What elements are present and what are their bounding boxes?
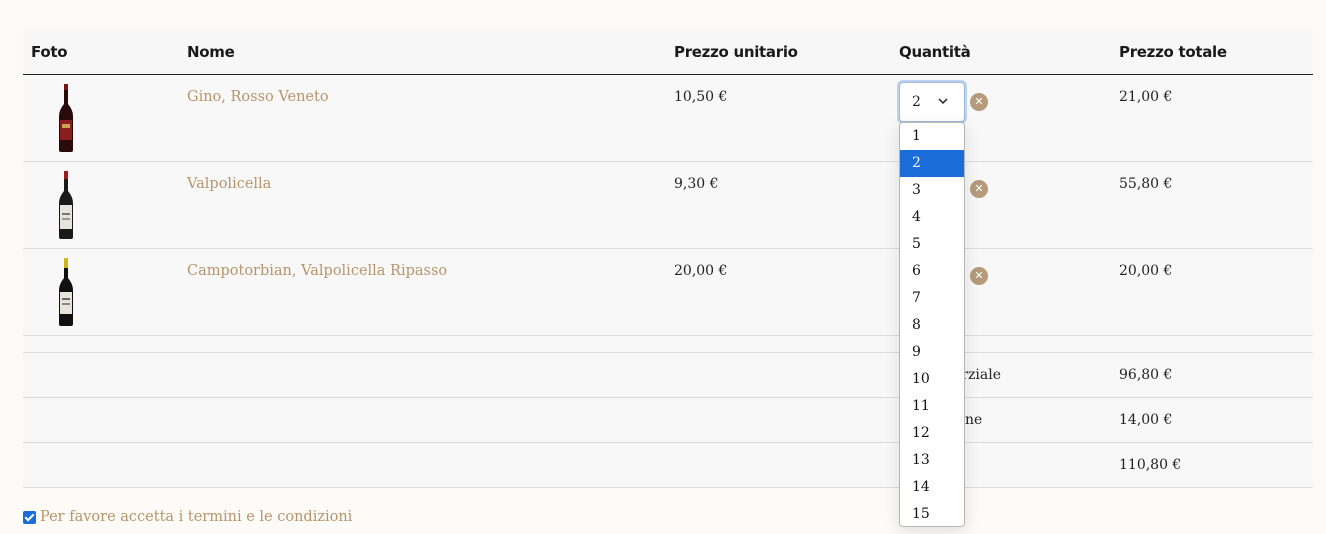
summary-value: 96,80 € xyxy=(1119,367,1173,383)
remove-item-icon[interactable]: ✕ xyxy=(970,93,988,111)
summary-row-subtotal: arziale 96,80 € xyxy=(23,353,1313,398)
item-name-link[interactable]: Gino, Rosso Veneto xyxy=(187,89,329,105)
terms-checkbox[interactable] xyxy=(23,510,36,524)
header-prezzo-unitario: Prezzo unitario xyxy=(674,43,798,61)
summary-row-total: 110,80 € xyxy=(23,443,1313,488)
header-nome: Nome xyxy=(187,43,235,61)
table-row: Gino, Rosso Veneto 10,50 € 2 ✕ 21,00 € xyxy=(23,75,1313,162)
terms-text: Per favore accetta i termini e le condiz… xyxy=(40,509,353,525)
item-unit-price: 20,00 € xyxy=(674,263,728,279)
quantity-option[interactable]: 15 xyxy=(900,501,964,526)
quantity-option[interactable]: 13 xyxy=(900,447,964,474)
quantity-value: 2 xyxy=(912,94,921,110)
quantity-option[interactable]: 9 xyxy=(900,339,964,366)
item-total-price: 20,00 € xyxy=(1119,263,1173,279)
quantity-option[interactable]: 12 xyxy=(900,420,964,447)
header-quantita: Quantità xyxy=(899,43,971,61)
summary-row-shipping: ne 14,00 € xyxy=(23,398,1313,443)
quantity-option[interactable]: 7 xyxy=(900,285,964,312)
table-header: Foto Nome Prezzo unitario Quantità Prezz… xyxy=(23,30,1313,75)
summary-value: 110,80 € xyxy=(1119,457,1182,473)
quantity-option[interactable]: 6 xyxy=(900,258,964,285)
summary-label: ne xyxy=(965,412,983,428)
quantity-option[interactable]: 3 xyxy=(900,177,964,204)
table-divider xyxy=(23,336,1313,353)
terms-checkbox-label[interactable]: Per favore accetta i termini e le condiz… xyxy=(23,509,352,525)
item-name-link[interactable]: Valpolicella xyxy=(187,176,271,192)
item-name-link[interactable]: Campotorbian, Valpolicella Ripasso xyxy=(187,263,447,279)
quantity-option[interactable]: 4 xyxy=(900,204,964,231)
summary-value: 14,00 € xyxy=(1119,412,1173,428)
wine-bottle-image xyxy=(59,258,73,326)
quantity-option[interactable]: 2 xyxy=(900,150,964,177)
quantity-option[interactable]: 11 xyxy=(900,393,964,420)
cart-table: Foto Nome Prezzo unitario Quantità Prezz… xyxy=(23,30,1313,488)
table-row: Campotorbian, Valpolicella Ripasso 20,00… xyxy=(23,249,1313,336)
table-row: Valpolicella 9,30 € ✕ 55,80 € xyxy=(23,162,1313,249)
quantity-option[interactable]: 5 xyxy=(900,231,964,258)
item-total-price: 21,00 € xyxy=(1119,89,1173,105)
quantity-select[interactable]: 2 xyxy=(899,82,965,122)
chevron-down-icon xyxy=(938,98,948,105)
item-unit-price: 9,30 € xyxy=(674,176,719,192)
header-prezzo-totale: Prezzo totale xyxy=(1119,43,1227,61)
quantity-option[interactable]: 1 xyxy=(900,123,964,150)
header-foto: Foto xyxy=(31,43,68,61)
wine-bottle-image xyxy=(59,171,73,239)
remove-item-icon[interactable]: ✕ xyxy=(970,180,988,198)
item-total-price: 55,80 € xyxy=(1119,176,1173,192)
remove-item-icon[interactable]: ✕ xyxy=(970,267,988,285)
item-unit-price: 10,50 € xyxy=(674,89,728,105)
quantity-option[interactable]: 10 xyxy=(900,366,964,393)
wine-bottle-image xyxy=(59,84,73,152)
quantity-dropdown-list[interactable]: 1 2 3 4 5 6 7 8 9 10 11 12 13 14 15 xyxy=(899,122,965,527)
quantity-option[interactable]: 8 xyxy=(900,312,964,339)
quantity-option[interactable]: 14 xyxy=(900,474,964,501)
